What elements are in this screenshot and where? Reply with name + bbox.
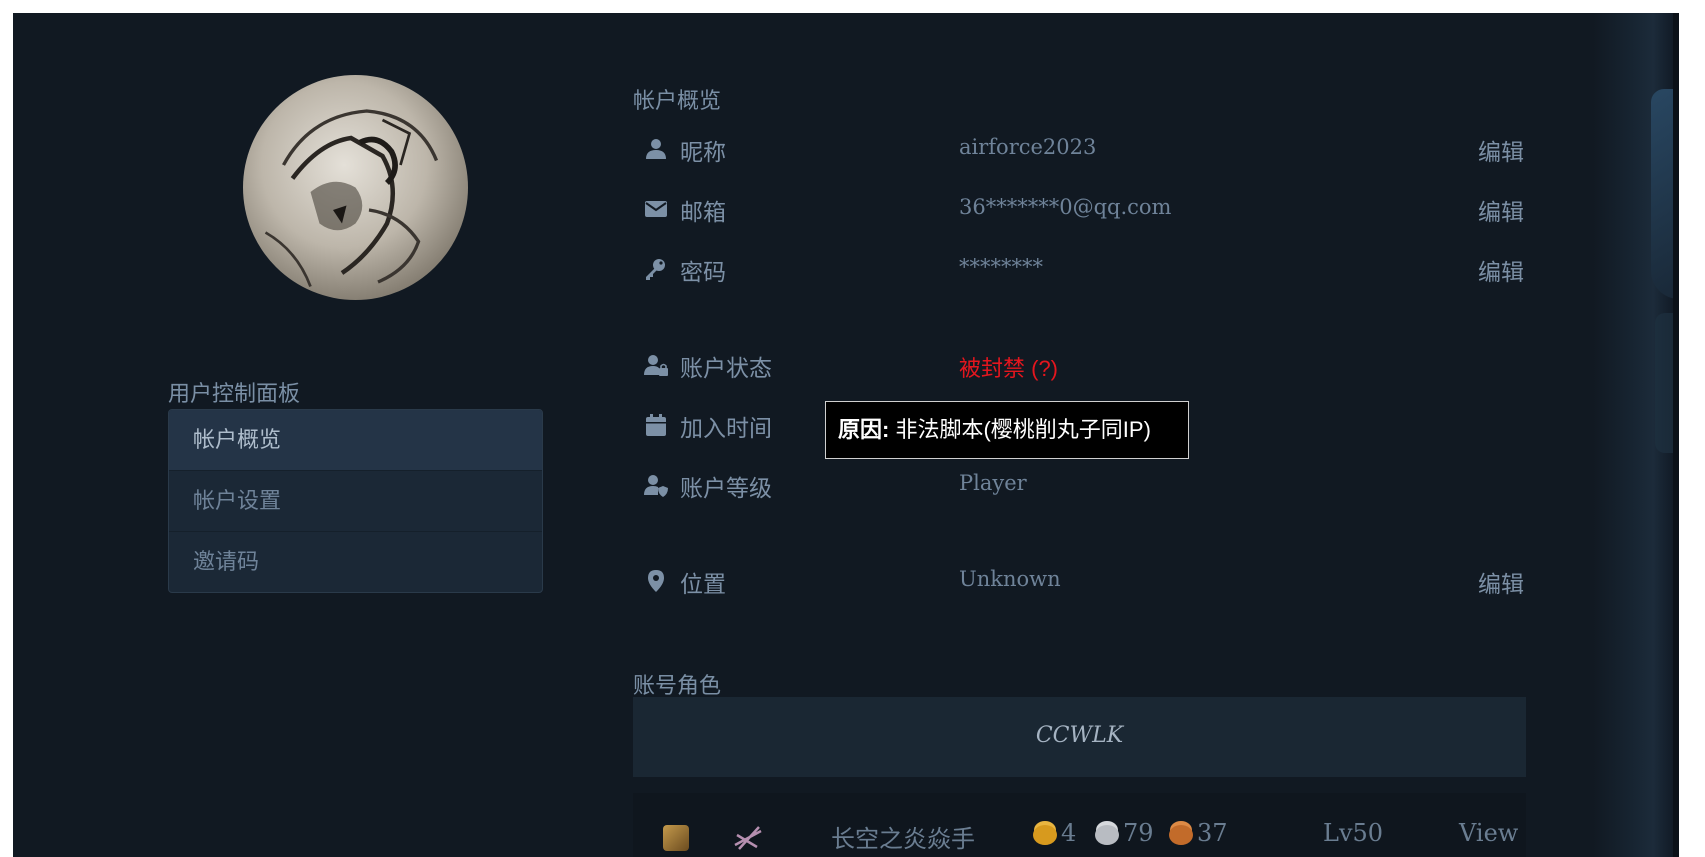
avatar	[243, 75, 468, 300]
nickname-label: 昵称	[680, 139, 726, 165]
nickname-row: 昵称 airforce2023 编辑	[644, 129, 1524, 169]
level-value: Player	[959, 471, 1027, 495]
view-character-button[interactable]: View	[1459, 819, 1518, 847]
envelope-icon	[644, 197, 668, 221]
status-row: 账户状态 被封禁 (?)	[644, 345, 1524, 385]
edit-nickname-button[interactable]: 编辑	[1478, 133, 1524, 167]
tooltip-prefix: 原因:	[838, 417, 890, 442]
location-label: 位置	[680, 571, 726, 597]
level-label: 账户等级	[680, 475, 772, 501]
edit-email-button[interactable]: 编辑	[1478, 193, 1524, 227]
user-icon	[644, 137, 668, 161]
map-marker-icon	[644, 569, 668, 593]
join-label: 加入时间	[680, 415, 772, 441]
background-figure	[1655, 313, 1675, 453]
key-icon	[644, 257, 668, 281]
sidebar-menu: 帐户概览 帐户设置 邀请码	[168, 409, 543, 593]
character-copper: 37	[1169, 819, 1228, 847]
characters-title: 账号角色	[633, 673, 722, 698]
user-lock-icon	[644, 353, 668, 377]
status-value[interactable]: 被封禁 (?)	[959, 351, 1058, 383]
email-row: 邮箱 36*******0@qq.com 编辑	[644, 189, 1524, 229]
location-row: 位置 Unknown 编辑	[644, 561, 1524, 601]
race-icon	[663, 825, 689, 851]
background-art	[1593, 13, 1679, 857]
nickname-value: airforce2023	[959, 135, 1097, 159]
character-gold: 4	[1033, 819, 1076, 847]
user-shield-icon	[644, 473, 668, 497]
sidebar-item-invite-code[interactable]: 邀请码	[169, 532, 542, 592]
edit-password-button[interactable]: 编辑	[1478, 253, 1524, 287]
realm-header: CCWLK	[633, 697, 1526, 777]
sidebar-title: 用户控制面板	[168, 381, 301, 406]
realm-name: CCWLK	[1035, 723, 1124, 748]
password-value: ********	[959, 255, 1043, 279]
copper-coin-icon	[1169, 824, 1193, 845]
email-value: 36*******0@qq.com	[959, 195, 1172, 219]
gold-coin-icon	[1033, 824, 1057, 845]
character-name: 长空之炎焱手	[831, 826, 975, 853]
password-row: 密码 ******** 编辑	[644, 249, 1524, 289]
tooltip-text: 非法脚本(樱桃削丸子同IP)	[895, 417, 1151, 442]
ban-reason-tooltip: 原因: 非法脚本(樱桃削丸子同IP)	[825, 401, 1189, 459]
edit-location-button[interactable]: 编辑	[1478, 565, 1524, 599]
page: 用户控制面板 帐户概览 帐户设置 邀请码 帐户概览 昵称 airforce202…	[13, 13, 1679, 857]
email-label: 邮箱	[680, 199, 726, 225]
calendar-icon	[644, 413, 668, 437]
level-row: 账户等级 Player	[644, 465, 1524, 505]
password-label: 密码	[680, 259, 726, 285]
status-label: 账户状态	[680, 355, 772, 381]
sidebar-item-overview[interactable]: 帐户概览	[169, 410, 542, 471]
overview-title: 帐户概览	[633, 88, 722, 113]
character-silver: 79	[1095, 819, 1154, 847]
sidebar-item-settings[interactable]: 帐户设置	[169, 471, 542, 532]
location-value: Unknown	[959, 567, 1061, 591]
avatar-image	[264, 109, 439, 287]
page-edge	[1673, 13, 1679, 857]
character-level: Lv50	[1323, 819, 1384, 847]
character-row: 长空之炎焱手 4 79 37 Lv50 View	[633, 793, 1526, 857]
class-icon	[733, 825, 763, 851]
silver-coin-icon	[1095, 824, 1119, 845]
